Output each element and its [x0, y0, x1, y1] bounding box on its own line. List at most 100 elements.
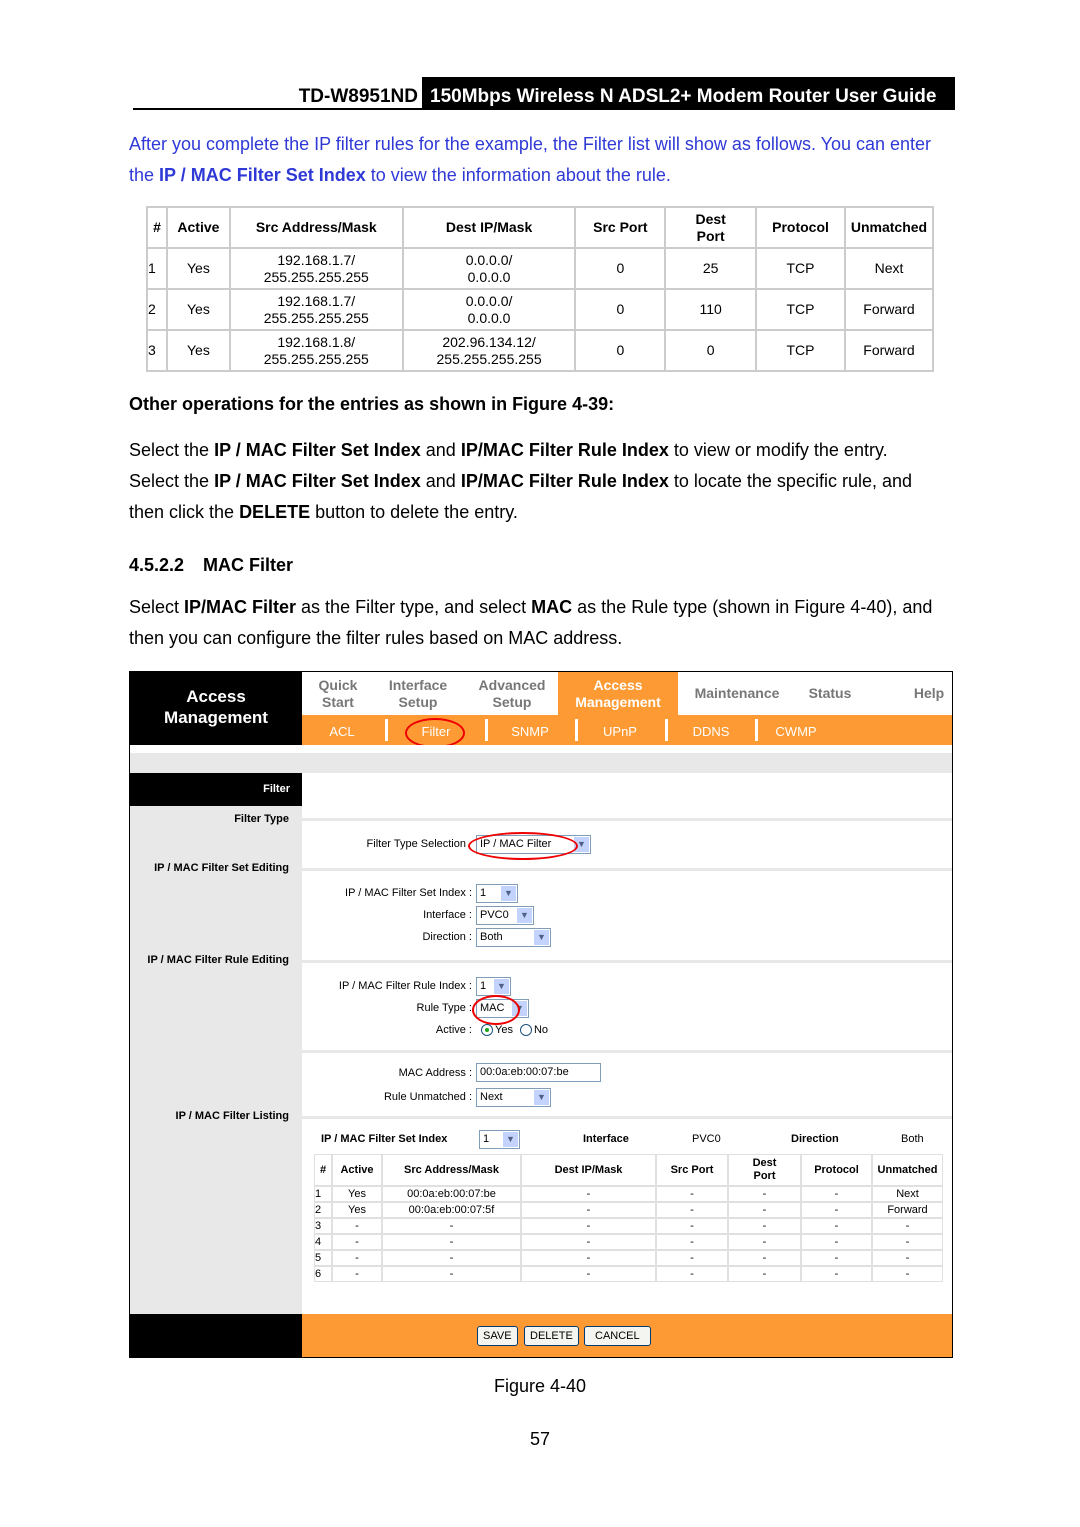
text: MAC [531, 597, 573, 617]
column-header: Dest IP/Mask [401, 206, 575, 247]
rule-index-label: IP / MAC Filter Rule Index : [338, 980, 472, 992]
chevron-down-icon: ▼ [534, 930, 549, 945]
chevron-down-icon: ▼ [534, 1090, 549, 1105]
divider [385, 719, 388, 741]
sidebar-rule-editing: IP / MAC Filter Rule Editing [147, 954, 289, 966]
table-cell: Yes [332, 1202, 382, 1218]
subnav-acl[interactable]: ACL [312, 724, 372, 739]
table-cell: TCP [755, 329, 844, 370]
mac-paragraph: Select IP/MAC Filter as the Filter type,… [129, 592, 952, 654]
table-row: 3 Yes 192.168.1.8/255.255.255.255 202.96.13… [146, 329, 932, 370]
sidebar-filter-type: Filter Type [234, 813, 289, 825]
table-cell: - [521, 1218, 656, 1234]
figure-caption: Figure 4-40 [493, 1376, 587, 1396]
ops-paragraph-1: Select the IP / MAC Filter Set Index and… [129, 435, 952, 466]
table-cell: TCP [755, 288, 844, 329]
active-label: Active : [435, 1024, 472, 1036]
ops-paragraph-2: Select the IP / MAC Filter Set Index and… [129, 466, 952, 528]
nav-advanced-setup[interactable]: Advanced Setup [472, 677, 552, 711]
divider [302, 960, 952, 963]
spacer [130, 745, 952, 773]
table-cell: - [656, 1202, 728, 1218]
set-index-select[interactable]: 1 ▼ [476, 884, 518, 903]
subnav-snmp[interactable]: SNMP [500, 724, 560, 739]
table-cell: - [521, 1186, 656, 1202]
table-cell: 192.168.1.7/255.255.255.255 [228, 247, 402, 288]
listing-direction-label: Direction [791, 1133, 839, 1145]
nav-help[interactable]: Help [906, 685, 952, 702]
table-cell: 110 [664, 288, 756, 329]
table-cell: TCP [755, 247, 844, 288]
selected-value: PVC0 [480, 909, 509, 921]
text: as the Filter type, and select [296, 597, 532, 617]
listing-set-index-select[interactable]: 1 ▼ [479, 1130, 520, 1149]
table-cell: 4 [314, 1234, 332, 1250]
radio-no[interactable] [519, 1024, 532, 1036]
text: Select the [129, 471, 215, 491]
table-cell: - [872, 1266, 943, 1282]
table-cell: - [332, 1218, 382, 1234]
divider [665, 719, 668, 741]
table-row: 2 Yes 192.168.1.7/255.255.255.255 0.0.0.0/0… [146, 288, 932, 329]
selected-value: 1 [480, 980, 487, 992]
table-cell: - [728, 1202, 801, 1218]
table-cell: 2 [314, 1202, 332, 1218]
interface-select[interactable]: PVC0 ▼ [476, 906, 534, 925]
table-cell: - [801, 1234, 872, 1250]
table-cell: 25 [664, 247, 756, 288]
table-cell: 1 [314, 1186, 332, 1202]
column-header: Src Port [656, 1154, 728, 1186]
subnav-upnp[interactable]: UPnP [590, 724, 650, 739]
table-cell: - [728, 1234, 801, 1250]
table-cell: - [332, 1250, 382, 1266]
table-cell: 192.168.1.8/255.255.255.255 [228, 329, 402, 370]
rule-index-select[interactable]: 1 ▼ [476, 977, 511, 996]
radio-yes[interactable] [481, 1024, 493, 1036]
direction-select[interactable]: Both ▼ [476, 928, 551, 947]
mac-address-input[interactable]: 00:0a:eb:00:07:be [476, 1063, 601, 1082]
nav-maintenance[interactable]: Maintenance [685, 685, 789, 702]
table-cell: Yes [165, 247, 229, 288]
table-cell: - [521, 1250, 656, 1266]
table-cell: Forward [872, 1202, 943, 1218]
delete-button[interactable]: DELETE [524, 1326, 579, 1346]
table-cell: - [801, 1266, 872, 1282]
interface-label: Interface : [423, 909, 472, 921]
selected-value: Next [480, 1091, 503, 1103]
table-cell: - [382, 1218, 521, 1234]
cancel-button[interactable]: CANCEL [584, 1326, 651, 1346]
table-cell: - [801, 1250, 872, 1266]
chevron-down-icon: ▼ [503, 1132, 518, 1147]
column-header: Active [332, 1154, 382, 1186]
subnav-cwmp[interactable]: CWMP [766, 724, 826, 739]
table-cell: 0.0.0.0/0.0.0.0 [401, 247, 575, 288]
table-cell: 3 [146, 329, 166, 370]
column-header: Unmatched [843, 206, 932, 247]
subnav-ddns[interactable]: DDNS [681, 724, 741, 739]
text: to view the information about the rule. [365, 165, 671, 185]
selected-value: 1 [483, 1133, 490, 1145]
listing-direction-value: Both [901, 1133, 924, 1145]
table-cell: - [872, 1250, 943, 1266]
column-header: Unmatched [872, 1154, 943, 1186]
table-cell: 0 [664, 329, 756, 370]
divider [755, 719, 758, 741]
chevron-down-icon: ▼ [517, 908, 532, 923]
column-header: Src Port [574, 206, 665, 247]
text: and [420, 471, 461, 491]
table-cell: 3 [314, 1218, 332, 1234]
filter-type-label: Filter Type Selection [366, 838, 466, 850]
table-cell: 1 [146, 247, 166, 288]
nav-interface-setup[interactable]: Interface Setup [380, 677, 456, 711]
save-button[interactable]: SAVE [477, 1326, 518, 1346]
text: IP / MAC Filter Set Index [159, 165, 366, 185]
table-cell: 6 [314, 1266, 332, 1282]
radio-no-label: No [533, 1024, 549, 1036]
column-header: Dest Port [664, 206, 756, 247]
rule-unmatched-label: Rule Unmatched : [383, 1091, 472, 1103]
direction-label: Direction : [422, 931, 472, 943]
nav-quick-start[interactable]: Quick Start [308, 677, 368, 711]
nav-access-management[interactable]: Access Management [558, 677, 678, 711]
nav-status[interactable]: Status [800, 685, 860, 702]
rule-unmatched-select[interactable]: Next ▼ [476, 1088, 551, 1107]
